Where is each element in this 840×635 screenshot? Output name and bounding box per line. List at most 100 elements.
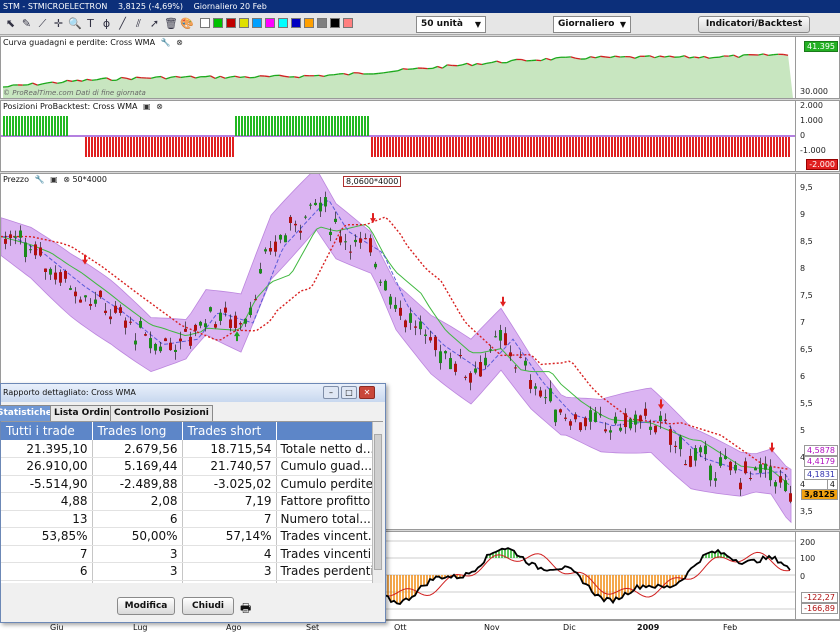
cursor-icon[interactable]: ⬉ — [4, 17, 17, 30]
close-button[interactable]: ✕ — [359, 386, 375, 399]
long-position-bar — [304, 116, 306, 136]
table-row[interactable]: 26.910,00 5.169,44 21.740,57 Cumulo guad... — [1, 457, 373, 476]
color-swatch[interactable] — [317, 18, 327, 28]
table-row[interactable]: 4,88 2,08 7,19 Fattore profitto — [1, 492, 373, 511]
scrollbar-thumb[interactable] — [374, 434, 382, 570]
candle-body — [244, 318, 247, 324]
zoom-icon[interactable]: 🔍 — [68, 17, 82, 30]
tab-statistiche[interactable]: Statistiche — [0, 405, 56, 421]
short-position-bar — [440, 137, 442, 157]
long-position-bar — [27, 116, 29, 136]
color-swatch[interactable] — [200, 18, 210, 28]
modify-button[interactable]: Modifica — [117, 597, 175, 615]
long-position-bar — [51, 116, 53, 136]
candle-body — [339, 236, 342, 243]
color-swatch[interactable] — [239, 18, 249, 28]
wrench-icon[interactable]: 🔧 — [35, 175, 45, 184]
column-header-long[interactable]: Trades long — [92, 422, 183, 440]
oscillator-axis: 200 100 0 -122,27 -166,89 — [795, 532, 839, 619]
column-header-label[interactable] — [276, 422, 373, 440]
equity-segment — [175, 75, 181, 79]
ruler-icon[interactable]: ⟋ — [36, 17, 49, 30]
arrow-icon[interactable]: ➚ — [148, 17, 161, 30]
table-row[interactable]: 21.395,10 2.679,56 18.715,54 Totale netto d… — [1, 440, 373, 458]
equity-segment — [768, 54, 774, 57]
close-icon[interactable]: ⊗ — [156, 102, 163, 111]
close-dialog-button[interactable]: Chiudi — [182, 597, 234, 615]
short-position-bar — [764, 137, 766, 157]
candle-body — [539, 390, 542, 397]
channel-icon[interactable]: ⫽ — [132, 17, 145, 30]
short-position-bar — [392, 137, 394, 157]
column-header-all[interactable]: Tutti i trade — [1, 422, 93, 440]
color-swatch[interactable] — [330, 18, 340, 28]
color-swatch[interactable] — [343, 18, 353, 28]
table-row[interactable]: -5.514,90 -2.489,88 -3.025,02 Cumulo perdit… — [1, 475, 373, 493]
candle-body — [4, 238, 7, 244]
indicators-backtest-button[interactable]: Indicatori/Backtest — [698, 16, 810, 33]
line-icon[interactable]: ╱ — [116, 17, 129, 30]
square-icon[interactable]: ▣ — [50, 175, 58, 184]
candle-body — [674, 445, 677, 447]
maximize-button[interactable]: □ — [341, 386, 357, 399]
close-icon[interactable]: ⊗ — [63, 175, 70, 184]
table-row[interactable]: 000Trades nulli — [1, 580, 373, 583]
table-row[interactable]: 6 3 3 Trades perdenti — [1, 562, 373, 581]
short-position-bar — [437, 137, 439, 157]
short-position-bar — [473, 137, 475, 157]
short-position-bar — [157, 137, 159, 157]
long-position-bar — [253, 116, 255, 136]
short-position-bar — [467, 137, 469, 157]
candle-body — [199, 321, 202, 326]
color-swatch[interactable] — [252, 18, 262, 28]
units-select[interactable]: 50 unità ▼ — [416, 16, 486, 33]
table-row[interactable]: 7 3 4 Trades vincenti — [1, 545, 373, 563]
price-tick: 9 — [800, 210, 806, 219]
oscillator-tick: 100 — [800, 554, 816, 563]
candle-body — [389, 296, 392, 305]
color-swatch[interactable] — [226, 18, 236, 28]
fibonacci-icon[interactable]: ϕ — [100, 17, 113, 30]
candle-body — [379, 281, 382, 283]
tab-lista-ordini[interactable]: Lista Ordini — [50, 405, 117, 421]
candle-body — [579, 422, 582, 431]
candle-body — [664, 419, 667, 421]
trash-icon[interactable]: 🗑 — [164, 17, 178, 30]
close-icon[interactable]: ⊗ — [176, 38, 183, 47]
candle-body — [449, 358, 452, 370]
long-position-bar — [367, 116, 369, 136]
square-icon[interactable]: ▣ — [143, 102, 151, 111]
minimize-button[interactable]: – — [323, 386, 339, 399]
column-header-short[interactable]: Trades short — [182, 422, 277, 440]
candle-body — [59, 272, 62, 283]
tab-controllo-posizioni[interactable]: Controllo Posizioni — [110, 405, 213, 421]
short-position-bar — [100, 137, 102, 157]
color-swatch[interactable] — [213, 18, 223, 28]
date-tick: Set — [306, 623, 320, 632]
long-position-bar — [262, 116, 264, 136]
color-swatch[interactable] — [291, 18, 301, 28]
wrench-icon[interactable]: 🔧 — [161, 38, 171, 47]
text-icon[interactable]: T — [84, 17, 97, 30]
table-row[interactable]: 13 6 7 Numero total... — [1, 510, 373, 528]
crosshair-icon[interactable]: ✛ — [52, 17, 65, 30]
color-swatch[interactable] — [304, 18, 314, 28]
period-select[interactable]: Giornaliero ▼ — [553, 16, 631, 33]
candle-body — [299, 230, 302, 233]
candle-body — [79, 299, 82, 303]
color-swatch[interactable] — [265, 18, 275, 28]
color-swatch[interactable] — [278, 18, 288, 28]
dialog-title-bar[interactable]: Rapporto dettagliato: Cross WMA – □ ✕ — [1, 384, 385, 402]
pencil-icon[interactable]: ✎ — [20, 17, 33, 30]
short-position-bar — [548, 137, 550, 157]
vertical-scrollbar[interactable] — [372, 422, 383, 583]
short-position-bar — [464, 137, 466, 157]
palette-icon[interactable]: 🎨 — [180, 17, 194, 30]
table-row[interactable]: 53,85% 50,00% 57,14% Trades vincent... — [1, 527, 373, 546]
short-position-bar — [635, 137, 637, 157]
short-position-bar — [551, 137, 553, 157]
period-select-value: Giornaliero — [558, 19, 615, 29]
long-position-bar — [316, 116, 318, 136]
printer-icon[interactable]: 🖶 — [240, 599, 251, 620]
cell-short: 3 — [182, 562, 277, 581]
